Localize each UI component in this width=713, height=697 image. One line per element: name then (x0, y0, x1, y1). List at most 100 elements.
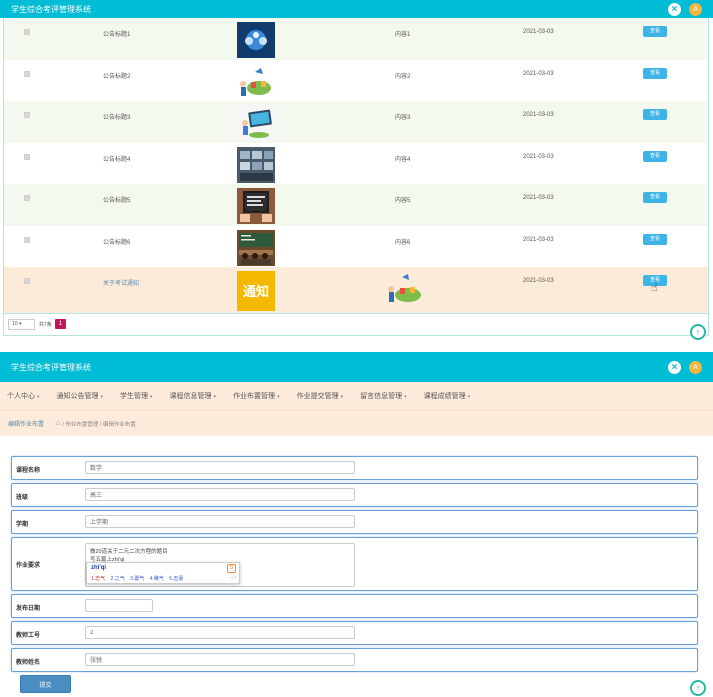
form-row-class: 班级 (11, 483, 698, 507)
chevron-down-icon: ▾ (340, 394, 344, 400)
row-date: 2021-03-03 (523, 29, 554, 35)
row-date: 2021-03-03 (523, 70, 554, 77)
row-thumbnail (237, 229, 275, 266)
requirement-line: 做20道关于二元二次方程的题目 (90, 549, 168, 555)
row-thumbnail (237, 105, 275, 141)
chevron-down-icon: ▾ (100, 394, 104, 400)
row-title: 公告标题1 (103, 32, 131, 38)
ime-page-nav[interactable]: ‹ › (231, 575, 236, 581)
row-date: 2021-03-03 (523, 278, 554, 284)
teacher-name-label: 教师姓名 (16, 660, 41, 666)
view-button[interactable]: 查看 (643, 150, 667, 162)
table-row: 关于考试通知 通知 2021-03-03 查看 ☝ (4, 267, 708, 313)
form-row-course: 课程名称 (11, 456, 698, 480)
back-to-top-icon[interactable]: ↑ (690, 680, 706, 696)
class-input[interactable] (85, 488, 355, 501)
row-checkbox[interactable] (24, 195, 30, 201)
submit-button[interactable]: 提交 (20, 675, 71, 693)
top-app-header: 学生综合考评管理系统 × A (0, 0, 713, 18)
form-row-teacher-id: 教师工号 (11, 621, 698, 645)
menu-item-student[interactable]: 学生管理 ▾ (120, 391, 153, 401)
back-to-top-icon[interactable]: ↑ (690, 324, 706, 340)
row-title: 公告标题3 (103, 115, 131, 121)
avatar[interactable]: A (689, 2, 702, 16)
page-title: 编辑作业布置 (8, 422, 45, 428)
page-size-select[interactable]: 10 ▾ (8, 319, 35, 330)
ime-candidate[interactable]: 3.置气 (130, 576, 144, 582)
app-title: 学生综合考评管理系统 (11, 4, 91, 14)
row-date: 2021-03-03 (523, 112, 554, 118)
view-button[interactable]: 查看 (643, 192, 667, 203)
publish-date-label: 发布日期 (16, 606, 41, 612)
row-thumbnail (237, 146, 275, 183)
menu-item-course[interactable]: 课程信息管理 ▾ (170, 391, 217, 401)
row-checkbox[interactable] (24, 112, 30, 118)
row-title: 关于考试通知 (103, 281, 140, 287)
home-icon[interactable]: ⌂ (56, 420, 60, 427)
total-count: 共7条 (39, 322, 52, 328)
row-title: 公告标题6 (103, 239, 131, 246)
breadcrumb-path: / 作业布置管理 / 编辑作业布置 (62, 421, 136, 428)
row-checkbox[interactable] (24, 70, 30, 77)
breadcrumb: 编辑作业布置 ⌂ / 作业布置管理 / 编辑作业布置 (0, 410, 713, 436)
row-checkbox[interactable] (24, 278, 30, 284)
ime-candidate[interactable]: 2.之气 (111, 576, 125, 582)
table-row: 公告标题6 内容6 2021-03-03 查看 (4, 225, 708, 267)
view-button[interactable]: 查看 (643, 109, 667, 120)
hand-cursor-icon: ☝ (651, 282, 658, 294)
notice-table: 公告标题1 内容1 2021-03-03 查看 公告标题2 内容2 2021-0… (3, 18, 709, 314)
form-row-publish-date: 发布日期 (11, 594, 698, 618)
menu-item-homework-submit[interactable]: 作业提交管理 ▾ (297, 391, 344, 401)
row-checkbox[interactable] (24, 236, 30, 243)
ime-pinyin: zhi'qi (91, 565, 107, 571)
close-icon[interactable]: × (668, 2, 681, 16)
avatar[interactable]: A (689, 360, 702, 374)
table-row: 公告标题1 内容1 2021-03-03 查看 (4, 18, 708, 60)
row-thumbnail (237, 63, 275, 100)
ime-candidate[interactable]: 4.稚气 (150, 576, 164, 582)
row-title: 公告标题2 (103, 73, 131, 80)
publish-date-input[interactable] (85, 599, 153, 612)
chevron-down-icon: ▾ (150, 394, 153, 400)
row-checkbox[interactable] (24, 29, 30, 35)
menu-item-notice[interactable]: 通知公告管理 ▾ (57, 391, 104, 401)
chevron-down-icon: ▾ (467, 394, 471, 400)
view-button[interactable]: 查看 (643, 67, 667, 79)
teacher-id-input[interactable] (85, 626, 355, 639)
course-input[interactable] (85, 461, 355, 474)
page-number-button[interactable]: 1 (55, 319, 66, 329)
menu-item-grades[interactable]: 课程成绩管理 ▾ (424, 391, 471, 401)
row-title: 公告标题4 (103, 156, 131, 163)
view-button[interactable]: 查看 (643, 26, 667, 37)
term-label: 学期 (16, 522, 29, 528)
menu-item-personal-center[interactable]: 个人中心 ▾ (7, 391, 40, 401)
menu-item-message[interactable]: 留言信息管理 ▾ (360, 391, 407, 401)
row-content: 内容6 (395, 239, 411, 246)
table-row: 公告标题4 内容4 2021-03-03 查看 (4, 142, 708, 184)
row-content: 内容4 (395, 156, 411, 163)
chevron-down-icon: ▾ (404, 394, 407, 400)
row-date: 2021-03-03 (523, 153, 554, 160)
row-checkbox[interactable] (24, 153, 30, 160)
view-button[interactable]: 查看 (643, 233, 667, 245)
close-icon[interactable]: × (668, 360, 681, 374)
ime-candidate-popup: zhi'qi S 1.志气 2.之气 3.置气 4.稚气 5.志豪 ‹ › (86, 562, 240, 584)
row-date: 2021-03-03 (523, 195, 554, 201)
ime-logo-icon: S (227, 564, 236, 573)
menu-item-homework-assign[interactable]: 作业布置管理 ▾ (233, 391, 280, 401)
table-row: 公告标题5 内容5 2021-03-03 查看 (4, 184, 708, 226)
teacher-id-label: 教师工号 (16, 633, 41, 639)
ime-candidate[interactable]: 1.志气 (91, 576, 105, 582)
term-input[interactable] (85, 515, 355, 528)
bottom-app-header: 学生综合考评管理系统 × A (0, 352, 713, 382)
ime-candidate[interactable]: 5.志豪 (169, 576, 183, 582)
course-label: 课程名称 (16, 468, 41, 474)
main-menu: 个人中心 ▾ 通知公告管理 ▾ 学生管理 ▾ 课程信息管理 ▾ 作业布置管理 ▾ 作业提交… (0, 382, 713, 410)
form-row-term: 学期 (11, 510, 698, 534)
chevron-down-icon: ▾ (37, 394, 40, 400)
teacher-name-input[interactable] (85, 653, 355, 666)
chevron-down-icon: ▾ (277, 394, 280, 400)
app-title: 学生综合考评管理系统 (11, 362, 91, 372)
chevron-down-icon: ▾ (213, 394, 217, 400)
class-label: 班级 (16, 495, 29, 501)
